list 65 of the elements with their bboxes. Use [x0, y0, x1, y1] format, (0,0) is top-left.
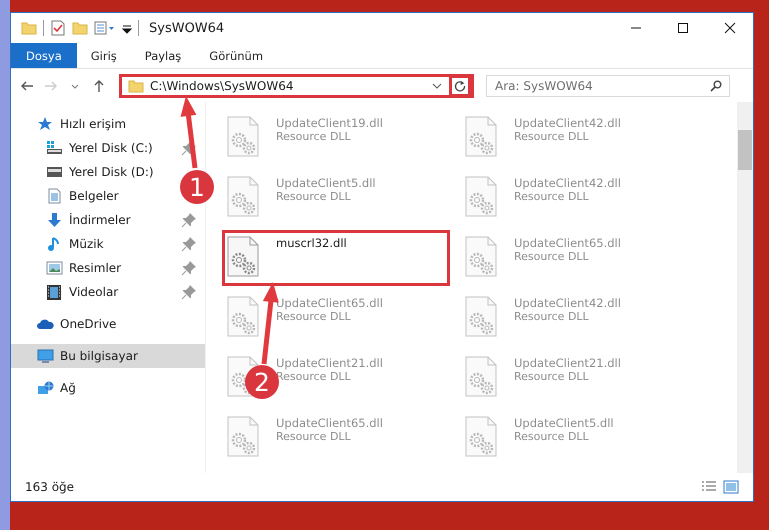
dll-file-icon	[226, 176, 260, 218]
file-type: Resource DLL	[514, 190, 589, 203]
drive-icon	[46, 140, 63, 156]
dll-file-icon	[226, 416, 260, 458]
download-arrow-icon	[46, 212, 63, 228]
file-name[interactable]: muscrl32.dll	[276, 236, 347, 250]
drive-icon	[46, 164, 63, 180]
file-type: Resource DLL	[514, 310, 589, 323]
film-icon	[46, 284, 63, 300]
nav-item[interactable]: Ağ	[11, 376, 84, 400]
nav-item[interactable]: OneDrive	[11, 312, 124, 336]
document-icon	[46, 188, 63, 204]
item-count: 163 öğe	[25, 480, 74, 494]
nav-item[interactable]: Hızlı erişim	[11, 112, 134, 136]
up-icon	[92, 78, 106, 92]
nav-item[interactable]: Yerel Disk (D:)	[11, 160, 162, 184]
nav-item[interactable]: Müzik	[11, 232, 205, 256]
properties-icon[interactable]	[50, 20, 66, 36]
nav-item[interactable]: Resimler	[11, 256, 205, 280]
ribbon-tab[interactable]: Dosya	[11, 43, 77, 68]
dll-file-icon	[464, 356, 498, 398]
file-type: Resource DLL	[514, 250, 589, 263]
ribbon-tab[interactable]: Giriş	[76, 43, 131, 68]
nav-item[interactable]: Belgeler	[11, 184, 127, 208]
monitor-icon	[37, 348, 54, 364]
file-type: Resource DLL	[276, 430, 351, 443]
dll-file-icon	[464, 176, 498, 218]
search-field[interactable]: Ara: SysWOW64	[486, 74, 730, 96]
dll-file-icon	[464, 116, 498, 158]
ribbon-tab[interactable]: Paylaş	[130, 43, 196, 68]
address-bar[interactable]: C:\Windows\SysWOW64	[119, 74, 474, 98]
picture-icon	[46, 260, 63, 276]
ribbon-tab[interactable]: Görünüm	[195, 43, 278, 68]
star-icon	[37, 116, 54, 132]
step-number-badge: 1	[180, 170, 214, 204]
large-icons-view-icon[interactable]	[723, 479, 739, 495]
file-type: Resource DLL	[514, 130, 589, 143]
file-type: Resource DLL	[276, 310, 351, 323]
maximize-icon	[676, 22, 688, 34]
dll-file-icon	[226, 116, 260, 158]
dll-file-icon	[464, 236, 498, 278]
file-type: Resource DLL	[276, 190, 351, 203]
dll-file-icon	[226, 236, 260, 278]
dll-file-icon	[226, 296, 260, 338]
back-icon	[20, 78, 34, 92]
search-icon	[710, 80, 722, 92]
file-type: Resource DLL	[276, 130, 351, 143]
scrollbar[interactable]	[737, 102, 753, 473]
highlighted-file-item[interactable]: muscrl32.dll	[222, 230, 450, 286]
file-type: Resource DLL	[514, 370, 589, 383]
view-options-icon[interactable]	[94, 20, 116, 36]
nav-item[interactable]: Bu bilgisayar	[11, 344, 205, 368]
refresh-button[interactable]	[449, 74, 471, 96]
file-type: Resource DLL	[514, 430, 589, 443]
close-icon	[724, 22, 736, 34]
forward-icon	[44, 78, 58, 92]
dll-file-icon	[464, 296, 498, 338]
dll-file-icon	[464, 416, 498, 458]
folder-icon	[21, 20, 37, 36]
network-icon	[37, 380, 54, 396]
refresh-icon	[454, 80, 466, 92]
nav-item[interactable]: İndirmeler	[11, 208, 205, 232]
window-title: SysWOW64	[149, 20, 224, 36]
nav-item[interactable]: Videolar	[11, 280, 205, 304]
folder-icon	[128, 78, 144, 94]
